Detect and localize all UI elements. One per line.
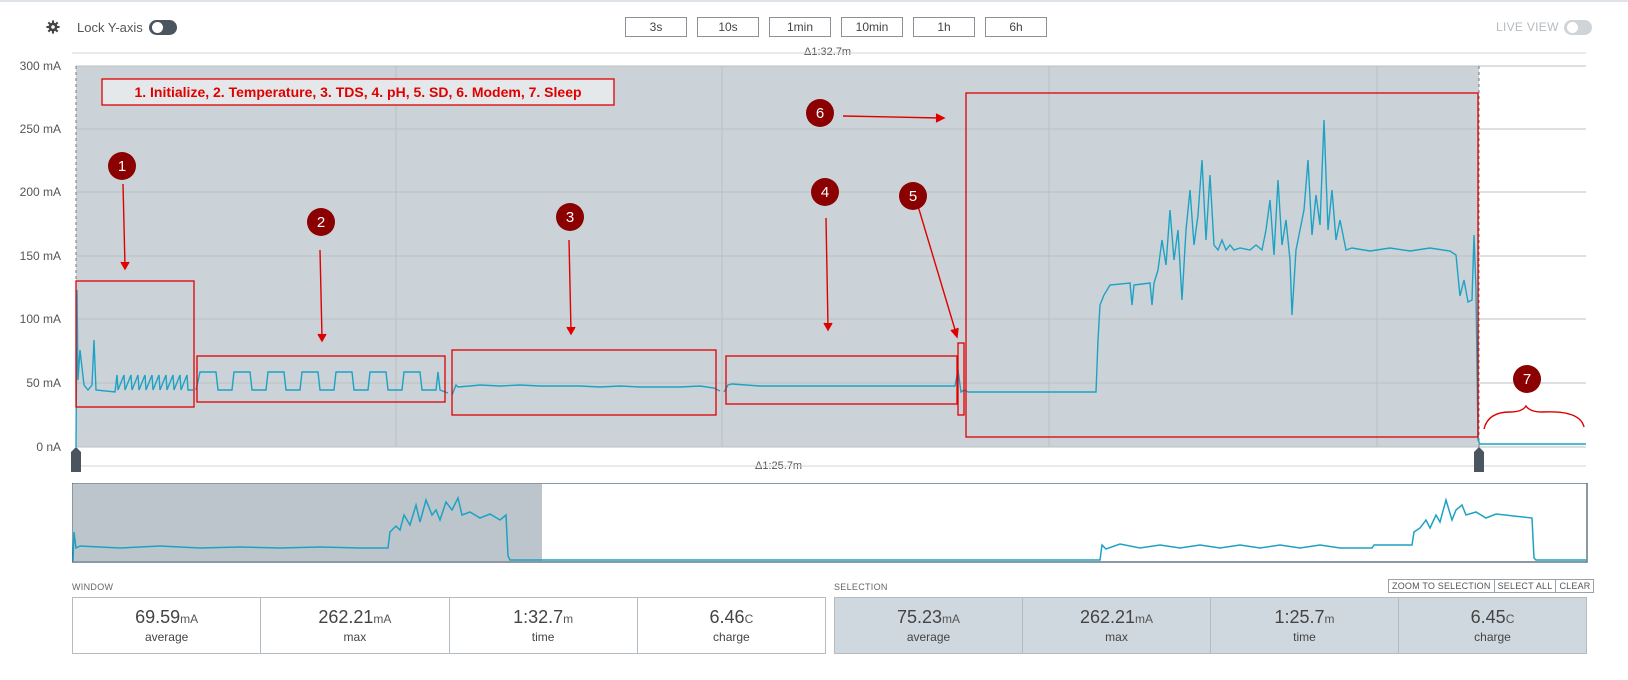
selection-charge-stat: 6.45C charge bbox=[1470, 607, 1515, 644]
window-stats: 69.59mA average 262.21mA max 1:32.7m tim… bbox=[72, 597, 826, 654]
selection-start-handle bbox=[71, 447, 81, 472]
time-window-button-6h[interactable]: 6h bbox=[985, 17, 1047, 37]
marker-label-6: 6 bbox=[816, 105, 824, 122]
lock-y-axis-label: Lock Y-axis bbox=[77, 20, 143, 35]
marker-label-2: 2 bbox=[317, 214, 325, 231]
window-average-stat: 69.59mA average bbox=[73, 598, 262, 653]
selection-end-handle bbox=[1474, 447, 1484, 472]
live-view-label: LIVE VIEW bbox=[1496, 20, 1559, 34]
time-window-button-3s[interactable]: 3s bbox=[625, 17, 687, 37]
selection-average-stat: 75.23mA average bbox=[835, 598, 1023, 653]
select-all-button[interactable]: SELECT ALL bbox=[1493, 579, 1557, 593]
selection-stats: 75.23mA average 262.21mA max 1:25.7m tim… bbox=[834, 597, 1587, 654]
marker-label-5: 5 bbox=[909, 188, 917, 205]
top-border bbox=[0, 0, 1628, 2]
zoom-to-selection-button[interactable]: ZOOM TO SELECTION bbox=[1388, 579, 1495, 593]
overview-chart[interactable] bbox=[72, 483, 1588, 563]
selection-buttons: ZOOM TO SELECTION SELECT ALL CLEAR bbox=[1388, 579, 1595, 593]
selection-time-stat: 1:25.7m time bbox=[1211, 598, 1399, 653]
marker-label-7: 7 bbox=[1523, 371, 1531, 388]
gear-icon[interactable] bbox=[46, 20, 60, 34]
overview-window-region bbox=[73, 484, 542, 561]
marker-label-3: 3 bbox=[566, 209, 574, 226]
selection-max-stat: 262.21mA max bbox=[1023, 598, 1211, 653]
time-window-button-10min[interactable]: 10min bbox=[841, 17, 903, 37]
time-window-button-10s[interactable]: 10s bbox=[697, 17, 759, 37]
legend-text: 1. Initialize, 2. Temperature, 3. TDS, 4… bbox=[134, 84, 581, 100]
window-charge-stat: 6.46C charge bbox=[709, 607, 754, 644]
live-view-toggle[interactable] bbox=[1564, 20, 1592, 35]
selection-stats-label: SELECTION bbox=[834, 582, 888, 592]
current-chart[interactable]: 1. Initialize, 2. Temperature, 3. TDS, 4… bbox=[0, 40, 1628, 480]
window-stats-label: WINDOW bbox=[72, 582, 114, 592]
window-time-stat: 1:32.7m time bbox=[450, 598, 638, 653]
clear-button[interactable]: CLEAR bbox=[1555, 579, 1595, 593]
marker-label-1: 1 bbox=[118, 158, 126, 175]
lock-y-axis-toggle[interactable] bbox=[149, 20, 177, 35]
window-max-stat: 262.21mA max bbox=[261, 598, 450, 653]
time-window-button-1min[interactable]: 1min bbox=[769, 17, 831, 37]
marker-label-4: 4 bbox=[821, 184, 829, 201]
time-window-button-1h[interactable]: 1h bbox=[913, 17, 975, 37]
